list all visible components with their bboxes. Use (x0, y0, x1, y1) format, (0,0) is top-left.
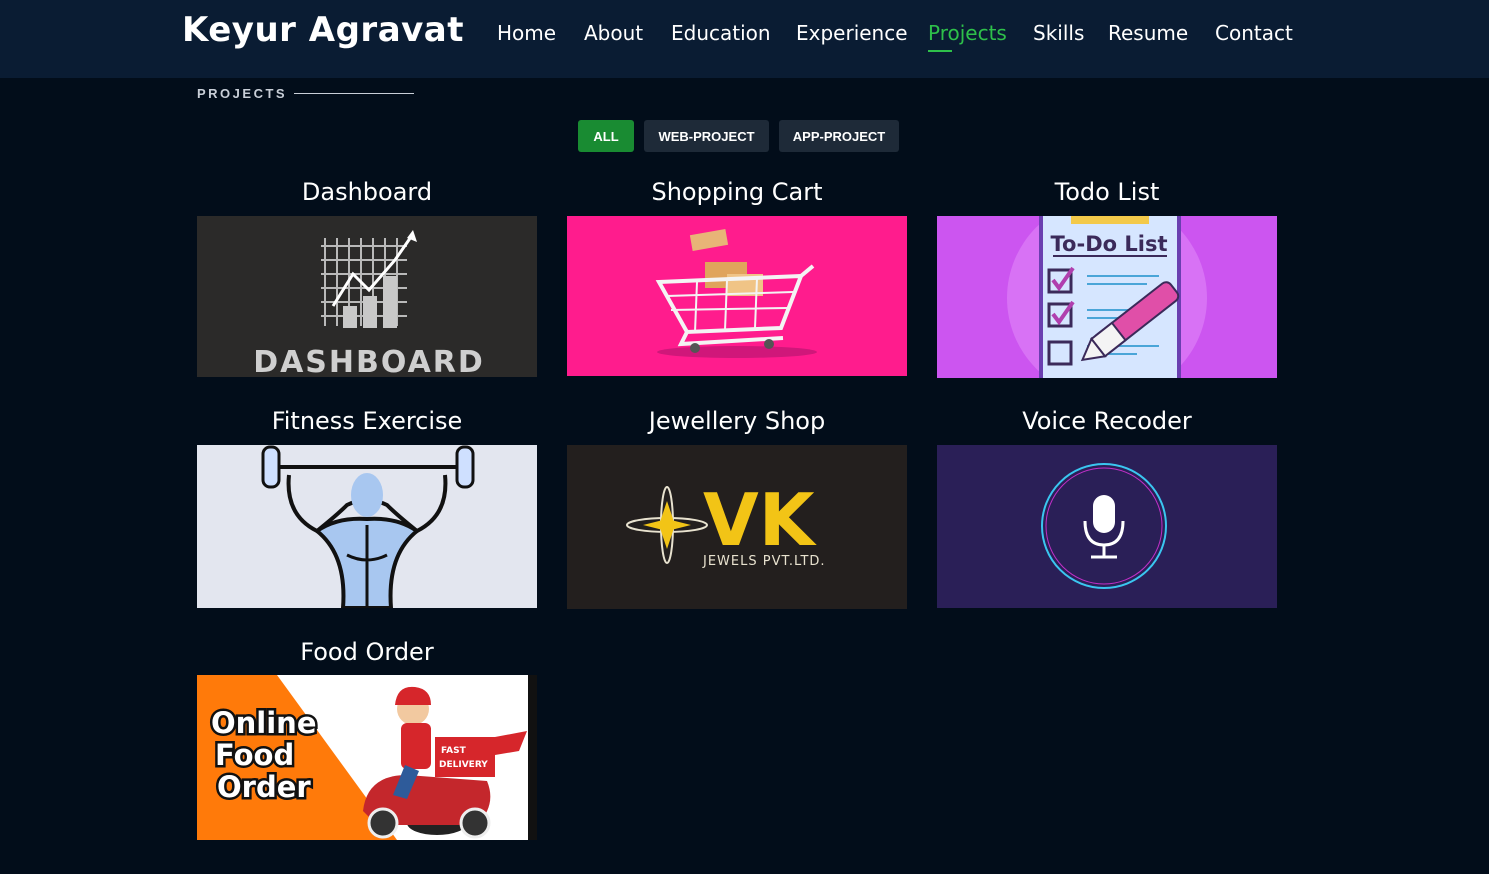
nav-projects[interactable]: Projects (928, 21, 1007, 45)
project-title-todo-list: Todo List (1054, 178, 1160, 206)
brand-logo[interactable]: Keyur Agravat (182, 10, 464, 50)
section-title-divider (294, 93, 414, 94)
nav-home[interactable]: Home (497, 21, 556, 45)
nav-resume[interactable]: Resume (1108, 21, 1188, 45)
filter-all-button[interactable]: ALL (578, 120, 634, 152)
project-title-fitness-exercise: Fitness Exercise (271, 407, 463, 435)
nav-contact[interactable]: Contact (1215, 21, 1293, 45)
dashboard-image-label: DASHBOARD (253, 345, 485, 377)
project-title-shopping-cart: Shopping Cart (651, 178, 823, 206)
jewellery-logo-text: VK (703, 478, 817, 562)
section-title: PROJECTS (197, 86, 288, 101)
project-title-dashboard: Dashboard (301, 178, 433, 206)
project-title-voice-recoder: Voice Recoder (1022, 407, 1192, 435)
nav-experience[interactable]: Experience (796, 21, 908, 45)
filter-app-project-button[interactable]: APP-PROJECT (779, 120, 899, 152)
project-image-dashboard[interactable]: DASHBOARD (197, 216, 537, 377)
nav-active-indicator (928, 50, 952, 52)
project-image-jewellery-shop[interactable]: VK JEWELS PVT.LTD. (567, 445, 907, 609)
navbar: Keyur Agravat Home About Education Exper… (0, 0, 1489, 78)
jewellery-logo-subtext: JEWELS PVT.LTD. (702, 554, 826, 569)
project-title-jewellery-shop: Jewellery Shop (648, 407, 826, 435)
food-image-line-2: Food (215, 738, 294, 772)
food-badge-line-2: DELIVERY (439, 760, 488, 770)
nav-education[interactable]: Education (671, 21, 771, 45)
project-image-voice-recoder[interactable] (937, 445, 1277, 608)
nav-skills[interactable]: Skills (1033, 21, 1084, 45)
nav-about[interactable]: About (584, 21, 643, 45)
project-image-todo-list[interactable]: To-Do List (937, 216, 1277, 378)
project-image-shopping-cart[interactable] (567, 216, 907, 376)
project-title-food-order: Food Order (300, 638, 434, 666)
project-image-fitness-exercise[interactable] (197, 445, 537, 608)
food-image-line-3: Order (217, 770, 311, 804)
food-badge-line-1: FAST (441, 746, 467, 756)
todo-image-label: To-Do List (1051, 232, 1168, 256)
food-image-line-1: Online (211, 706, 317, 740)
filter-web-project-button[interactable]: WEB-PROJECT (644, 120, 769, 152)
project-image-food-order[interactable]: Online Food Order FAST DELIVERY (197, 675, 537, 840)
